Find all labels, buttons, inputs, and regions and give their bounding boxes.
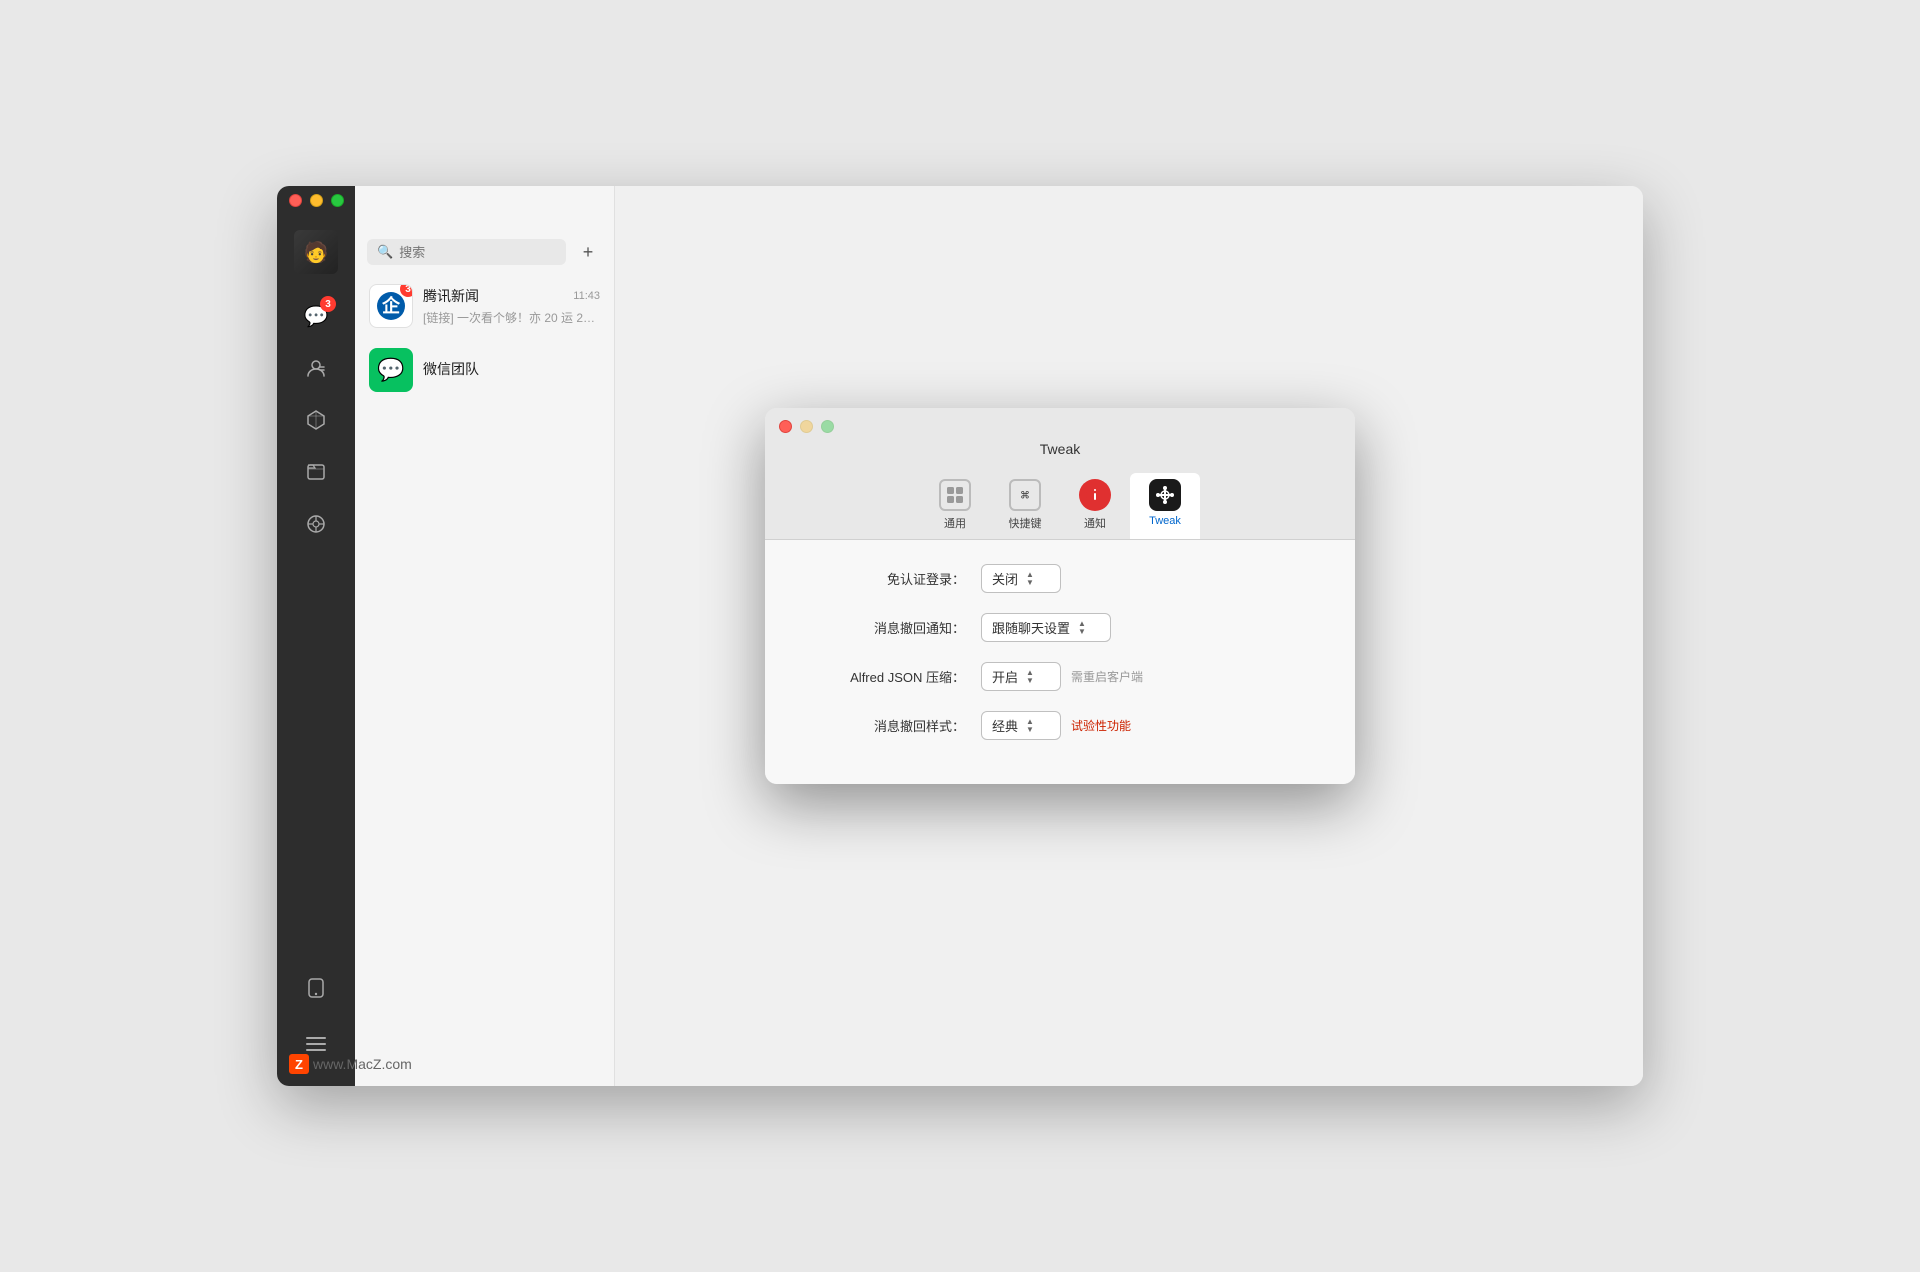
revoke-notify-control: 跟随聊天设置 ▲ ▼ xyxy=(981,613,1111,642)
arrow-down-icon: ▼ xyxy=(1026,726,1034,734)
search-input[interactable] xyxy=(399,245,556,260)
sidebar-item-chat[interactable]: 💬 3 xyxy=(294,294,338,338)
dialog-title-bar: Tweak xyxy=(765,408,1355,469)
revoke-notify-arrows: ▲ ▼ xyxy=(1078,620,1086,636)
svg-text:企: 企 xyxy=(381,295,401,316)
tencent-news-header: 腾讯新闻 11:43 xyxy=(423,286,600,306)
tencent-news-name: 腾讯新闻 xyxy=(423,286,479,306)
revoke-style-label: 消息撤回样式： xyxy=(805,716,965,735)
setting-row-alfred: Alfred JSON 压缩： 开启 ▲ ▼ 需重启客户端 xyxy=(805,662,1315,691)
chat-item-tencent-news[interactable]: 企 3 腾讯新闻 11:43 [链接] 一次看个够！亦 20 运 20 ... xyxy=(355,274,614,338)
sidebar-item-files[interactable] xyxy=(294,450,338,494)
watermark: Z www.MacZ.com xyxy=(289,1054,412,1074)
anonymous-login-label: 免认证登录： xyxy=(805,569,965,588)
dialog-maximize-button[interactable] xyxy=(821,420,834,433)
wechat-team-header: 微信团队 xyxy=(423,359,600,379)
search-wrapper[interactable]: 🔍 xyxy=(367,239,566,265)
anonymous-arrows: ▲ ▼ xyxy=(1026,571,1034,587)
dialog-close-button[interactable] xyxy=(779,420,792,433)
search-icon: 🔍 xyxy=(377,244,393,260)
sidebar-item-moments[interactable] xyxy=(294,502,338,546)
tab-tweak-icon xyxy=(1149,479,1181,511)
minimize-button[interactable] xyxy=(310,194,323,207)
tab-general[interactable]: 通用 xyxy=(920,473,990,539)
revoke-style-arrows: ▲ ▼ xyxy=(1026,718,1034,734)
anonymous-login-value: 关闭 xyxy=(992,569,1018,588)
phone-icon xyxy=(306,977,326,999)
tab-shortcut-label: 快捷键 xyxy=(1009,515,1042,531)
anonymous-login-select[interactable]: 关闭 ▲ ▼ xyxy=(981,564,1061,593)
sidebar-item-phone[interactable] xyxy=(294,966,338,1010)
revoke-style-control: 经典 ▲ ▼ 试验性功能 xyxy=(981,711,1131,740)
dialog-traffic-lights xyxy=(765,420,834,433)
add-chat-button[interactable]: + xyxy=(574,238,602,266)
tencent-news-badge: 3 xyxy=(400,284,413,297)
alfred-json-value: 开启 xyxy=(992,667,1018,686)
sidebar: 🧑 💬 3 xyxy=(277,186,355,1086)
revoke-style-select[interactable]: 经典 ▲ ▼ xyxy=(981,711,1061,740)
tab-notify-label: 通知 xyxy=(1084,515,1106,531)
arrow-down-icon: ▼ xyxy=(1026,677,1034,685)
wechat-team-name: 微信团队 xyxy=(423,359,479,379)
anonymous-login-control: 关闭 ▲ ▼ xyxy=(981,564,1061,593)
alfred-json-note: 需重启客户端 xyxy=(1071,668,1143,685)
tencent-news-time: 11:43 xyxy=(573,290,600,302)
contacts-icon xyxy=(305,357,327,379)
watermark-text: www.MacZ.com xyxy=(313,1056,412,1072)
favorites-icon xyxy=(305,409,327,431)
dialog-toolbar: 通用 ⌘ 快捷键 xyxy=(765,469,1355,540)
tab-notify[interactable]: 通知 xyxy=(1060,473,1130,539)
sidebar-item-contacts[interactable] xyxy=(294,346,338,390)
avatar[interactable]: 🧑 xyxy=(294,230,338,274)
wechat-team-icon: 💬 xyxy=(377,357,404,383)
sidebar-item-favorites[interactable] xyxy=(294,398,338,442)
revoke-style-note: 试验性功能 xyxy=(1071,717,1131,734)
avatar-image: 🧑 xyxy=(294,230,338,274)
tab-shortcut-icon: ⌘ xyxy=(1009,479,1041,511)
wechat-team-info: 微信团队 xyxy=(423,359,600,382)
tab-tweak-label: Tweak xyxy=(1149,515,1181,527)
maximize-button[interactable] xyxy=(331,194,344,207)
title-bar xyxy=(277,186,1643,214)
setting-row-revoke-notify: 消息撤回通知： 跟随聊天设置 ▲ ▼ xyxy=(805,613,1315,642)
search-bar: 🔍 + xyxy=(355,230,614,274)
tab-tweak[interactable]: Tweak xyxy=(1130,473,1200,539)
tab-notify-icon xyxy=(1079,479,1111,511)
alfred-json-select[interactable]: 开启 ▲ ▼ xyxy=(981,662,1061,691)
tencent-news-info: 腾讯新闻 11:43 [链接] 一次看个够！亦 20 运 20 ... xyxy=(423,286,600,326)
arrow-down-icon: ▼ xyxy=(1078,628,1086,636)
menu-icon xyxy=(305,1035,327,1053)
tab-shortcut[interactable]: ⌘ 快捷键 xyxy=(990,473,1060,539)
alfred-json-control: 开启 ▲ ▼ 需重启客户端 xyxy=(981,662,1143,691)
dialog-minimize-button[interactable] xyxy=(800,420,813,433)
svg-text:⌘: ⌘ xyxy=(1021,488,1029,504)
wechat-team-avatar: 💬 xyxy=(369,348,413,392)
chat-badge: 3 xyxy=(320,296,336,312)
dialog-settings: 免认证登录： 关闭 ▲ ▼ 消息撤回通知： xyxy=(765,540,1355,784)
chat-list-panel: 🔍 + 企 3 腾讯新闻 11:43 [链接] 一次看 xyxy=(355,186,615,1086)
tab-general-label: 通用 xyxy=(944,515,966,531)
arrow-down-icon: ▼ xyxy=(1026,579,1034,587)
revoke-style-value: 经典 xyxy=(992,716,1018,735)
tencent-news-avatar: 企 3 xyxy=(369,284,413,328)
files-icon xyxy=(305,461,327,483)
tweak-dialog[interactable]: Tweak 通用 xyxy=(765,408,1355,784)
dialog-title: Tweak xyxy=(1040,441,1080,457)
revoke-notify-select[interactable]: 跟随聊天设置 ▲ ▼ xyxy=(981,613,1111,642)
setting-row-revoke-style: 消息撤回样式： 经典 ▲ ▼ 试验性功能 xyxy=(805,711,1315,740)
moments-icon xyxy=(305,513,327,535)
revoke-notify-label: 消息撤回通知： xyxy=(805,618,965,637)
watermark-z: Z xyxy=(289,1054,309,1074)
revoke-notify-value: 跟随聊天设置 xyxy=(992,618,1070,637)
tencent-news-preview: [链接] 一次看个够！亦 20 运 20 ... xyxy=(423,309,600,326)
alfred-json-arrows: ▲ ▼ xyxy=(1026,669,1034,685)
close-button[interactable] xyxy=(289,194,302,207)
alfred-json-label: Alfred JSON 压缩： xyxy=(805,667,965,686)
tab-general-icon xyxy=(939,479,971,511)
setting-row-anonymous: 免认证登录： 关闭 ▲ ▼ xyxy=(805,564,1315,593)
chat-item-wechat-team[interactable]: 💬 微信团队 xyxy=(355,338,614,402)
app-window: 🧑 💬 3 xyxy=(277,186,1643,1086)
